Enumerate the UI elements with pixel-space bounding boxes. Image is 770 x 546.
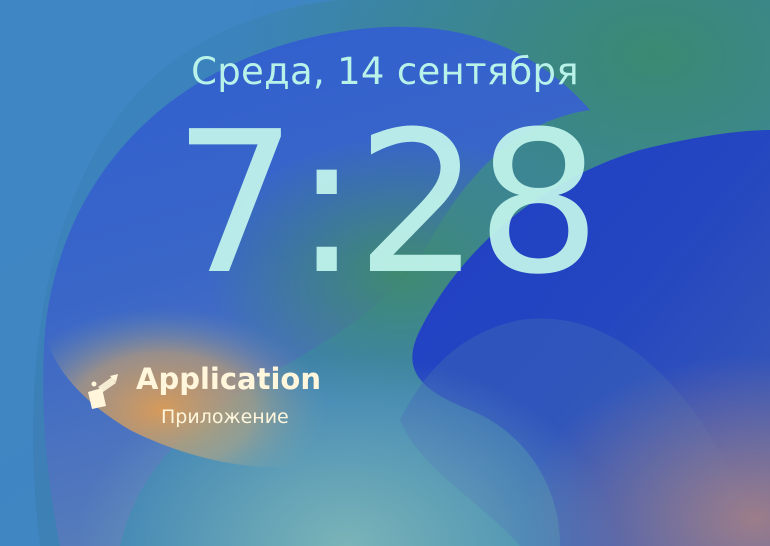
widget-subtitle: Приложение	[161, 406, 289, 428]
lock-screen: Среда, 14 сентября 7:28 Application Прил…	[0, 0, 770, 546]
lock-screen-date: Среда, 14 сентября	[191, 50, 579, 93]
widget-title: Application	[136, 362, 321, 396]
lock-screen-clock: 7:28	[172, 90, 601, 318]
app-install-icon	[82, 372, 122, 412]
app-widget[interactable]: Application Приложение	[78, 362, 368, 432]
